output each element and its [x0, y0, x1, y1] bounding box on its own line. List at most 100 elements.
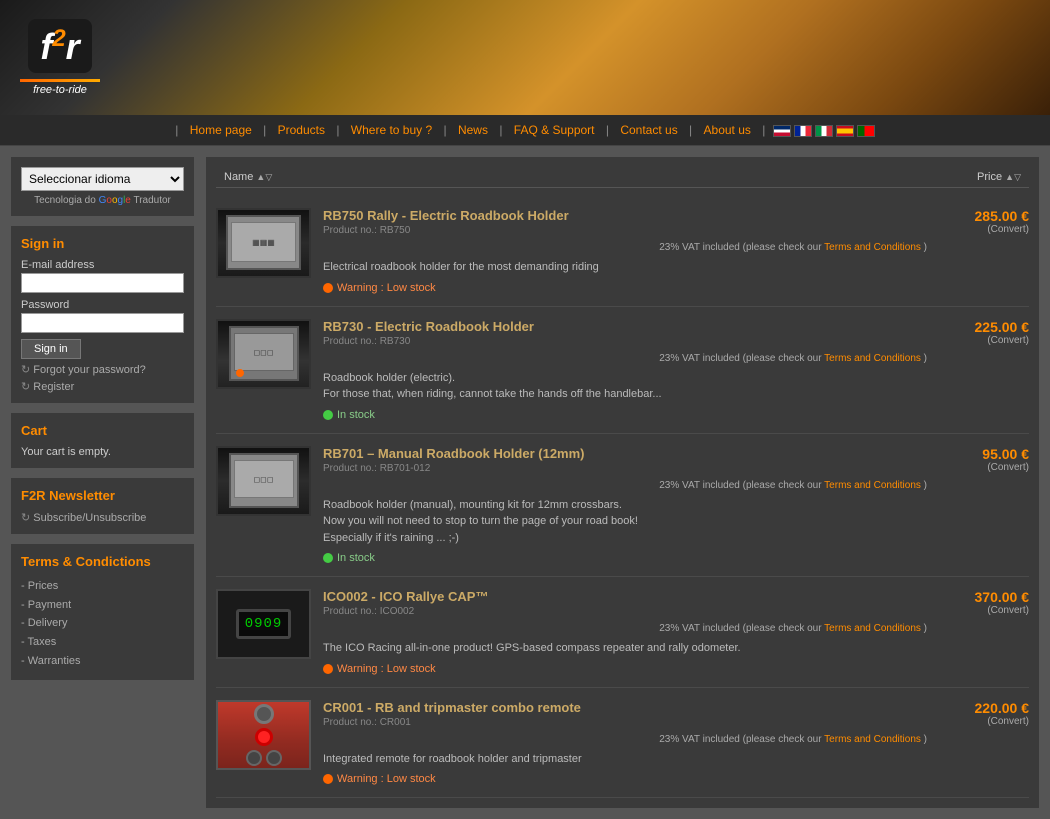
product-vat: 23% VAT included (please check our Terms…: [323, 623, 927, 634]
product-number: Product no.: RB701-012: [323, 463, 927, 474]
terms-prices: Prices: [21, 577, 184, 596]
signin-title: Sign in: [21, 236, 184, 251]
product-item: ◻◻◻ RB701 – Manual Roadbook Holder (12mm…: [216, 434, 1029, 578]
product-price-area: 285.00 € (Convert): [939, 208, 1029, 235]
product-info-rb701: RB701 – Manual Roadbook Holder (12mm) Pr…: [323, 446, 927, 565]
product-description: Roadbook holder (electric).For those tha…: [323, 370, 927, 403]
product-name[interactable]: ICO002 - ICO Rallye CAP™: [323, 589, 927, 604]
flag-pt[interactable]: [857, 125, 875, 137]
terms-taxes-link[interactable]: Taxes: [28, 636, 57, 648]
terms-list: Prices Payment Delivery Taxes Warranties: [21, 577, 184, 670]
nav-news[interactable]: News: [450, 123, 496, 137]
product-convert[interactable]: (Convert): [939, 605, 1029, 616]
product-name[interactable]: RB701 – Manual Roadbook Holder (12mm): [323, 446, 927, 461]
signin-button[interactable]: Sign in: [21, 339, 81, 359]
stock-dot: [323, 410, 333, 420]
nav-where-to-buy[interactable]: Where to buy ?: [343, 123, 440, 137]
flag-it[interactable]: [815, 125, 833, 137]
product-info-cr001: CR001 - RB and tripmaster combo remote P…: [323, 700, 927, 786]
product-name[interactable]: RB730 - Electric Roadbook Holder: [323, 319, 927, 334]
product-price-area: 370.00 € (Convert): [939, 589, 1029, 616]
stock-dot: [323, 553, 333, 563]
terms-link[interactable]: Terms and Conditions: [824, 242, 921, 253]
product-convert[interactable]: (Convert): [939, 224, 1029, 235]
logo-underline: [20, 79, 100, 82]
sidebar: Seleccionar idioma Tecnologia do Google …: [10, 156, 195, 809]
cart-empty-text: Your cart is empty.: [21, 446, 184, 458]
stock-status: In stock: [323, 552, 927, 564]
product-number: Product no.: CR001: [323, 717, 927, 728]
product-item: CR001 - RB and tripmaster combo remote P…: [216, 688, 1029, 799]
product-info-ico002: ICO002 - ICO Rallye CAP™ Product no.: IC…: [323, 589, 927, 675]
stock-status: In stock: [323, 409, 927, 421]
terms-box: Terms & Condictions Prices Payment Deliv…: [10, 543, 195, 681]
nav-homepage[interactable]: Home page: [182, 123, 260, 137]
product-convert[interactable]: (Convert): [939, 462, 1029, 473]
terms-delivery-link[interactable]: Delivery: [28, 617, 68, 629]
nav-contact[interactable]: Contact us: [612, 123, 685, 137]
terms-taxes: Taxes: [21, 633, 184, 652]
stock-text: Warning : Low stock: [337, 663, 436, 675]
stock-dot: [323, 774, 333, 784]
product-thumbnail-ico002[interactable]: 0909: [216, 589, 311, 659]
register-link[interactable]: Register: [21, 380, 184, 393]
language-selector-box: Seleccionar idioma Tecnologia do Google …: [10, 156, 195, 217]
product-thumbnail-rb701[interactable]: ◻◻◻: [216, 446, 311, 516]
product-vat: 23% VAT included (please check our Terms…: [323, 353, 927, 364]
main-layout: Seleccionar idioma Tecnologia do Google …: [0, 146, 1050, 819]
password-input[interactable]: [21, 313, 184, 333]
terms-link[interactable]: Terms and Conditions: [824, 480, 921, 491]
terms-link[interactable]: Terms and Conditions: [824, 623, 921, 634]
product-name[interactable]: RB750 Rally - Electric Roadbook Holder: [323, 208, 927, 223]
product-thumbnail-cr001[interactable]: [216, 700, 311, 770]
product-price: 220.00 €: [939, 700, 1029, 716]
email-label: E-mail address: [21, 259, 184, 271]
terms-delivery: Delivery: [21, 614, 184, 633]
logo-area: f2r free-to-ride: [20, 19, 100, 96]
terms-payment-link[interactable]: Payment: [28, 599, 71, 611]
stock-status: Warning : Low stock: [323, 282, 927, 294]
nav-sep: |: [175, 123, 178, 137]
sort-header: Name ▲▽ Price ▲▽: [216, 167, 1029, 188]
product-description: The ICO Racing all-in-one product! GPS-b…: [323, 640, 927, 657]
stock-text: Warning : Low stock: [337, 282, 436, 294]
logo-two: 2: [52, 25, 65, 52]
sort-price[interactable]: Price ▲▽: [977, 171, 1021, 183]
password-label: Password: [21, 299, 184, 311]
newsletter-title: F2R Newsletter: [21, 488, 184, 503]
nav-about[interactable]: About us: [696, 123, 759, 137]
product-convert[interactable]: (Convert): [939, 716, 1029, 727]
language-dropdown[interactable]: Seleccionar idioma: [21, 167, 184, 191]
google-translate-label: Tecnologia do Google Tradutor: [21, 195, 184, 206]
product-item: 0909 ICO002 - ICO Rallye CAP™ Product no…: [216, 577, 1029, 688]
product-price: 370.00 €: [939, 589, 1029, 605]
terms-warranties: Warranties: [21, 652, 184, 671]
stock-text: In stock: [337, 552, 375, 564]
stock-status: Warning : Low stock: [323, 773, 927, 785]
product-number: Product no.: ICO002: [323, 606, 927, 617]
cart-title: Cart: [21, 423, 184, 438]
product-convert[interactable]: (Convert): [939, 335, 1029, 346]
stock-dot: [323, 283, 333, 293]
product-vat: 23% VAT included (please check our Terms…: [323, 242, 927, 253]
terms-title: Terms & Condictions: [21, 554, 184, 569]
email-input[interactable]: [21, 273, 184, 293]
flag-icons: [773, 125, 875, 137]
terms-link[interactable]: Terms and Conditions: [824, 353, 921, 364]
product-name[interactable]: CR001 - RB and tripmaster combo remote: [323, 700, 927, 715]
product-thumbnail-rb730[interactable]: ◻◻◻: [216, 319, 311, 389]
product-thumbnail-rb750[interactable]: ▦▦▦: [216, 208, 311, 278]
flag-uk[interactable]: [773, 125, 791, 137]
terms-prices-link[interactable]: Prices: [28, 580, 59, 592]
newsletter-link[interactable]: Subscribe/Unsubscribe: [21, 511, 184, 524]
terms-link[interactable]: Terms and Conditions: [824, 734, 921, 745]
sort-name[interactable]: Name ▲▽: [224, 171, 272, 183]
flag-fr[interactable]: [794, 125, 812, 137]
stock-dot: [323, 664, 333, 674]
flag-es[interactable]: [836, 125, 854, 137]
nav-faq[interactable]: FAQ & Support: [506, 123, 603, 137]
forgot-password-link[interactable]: Forgot your password?: [21, 363, 184, 376]
nav-products[interactable]: Products: [270, 123, 333, 137]
sort-name-arrow: ▲▽: [256, 172, 272, 182]
terms-warranties-link[interactable]: Warranties: [28, 655, 81, 667]
